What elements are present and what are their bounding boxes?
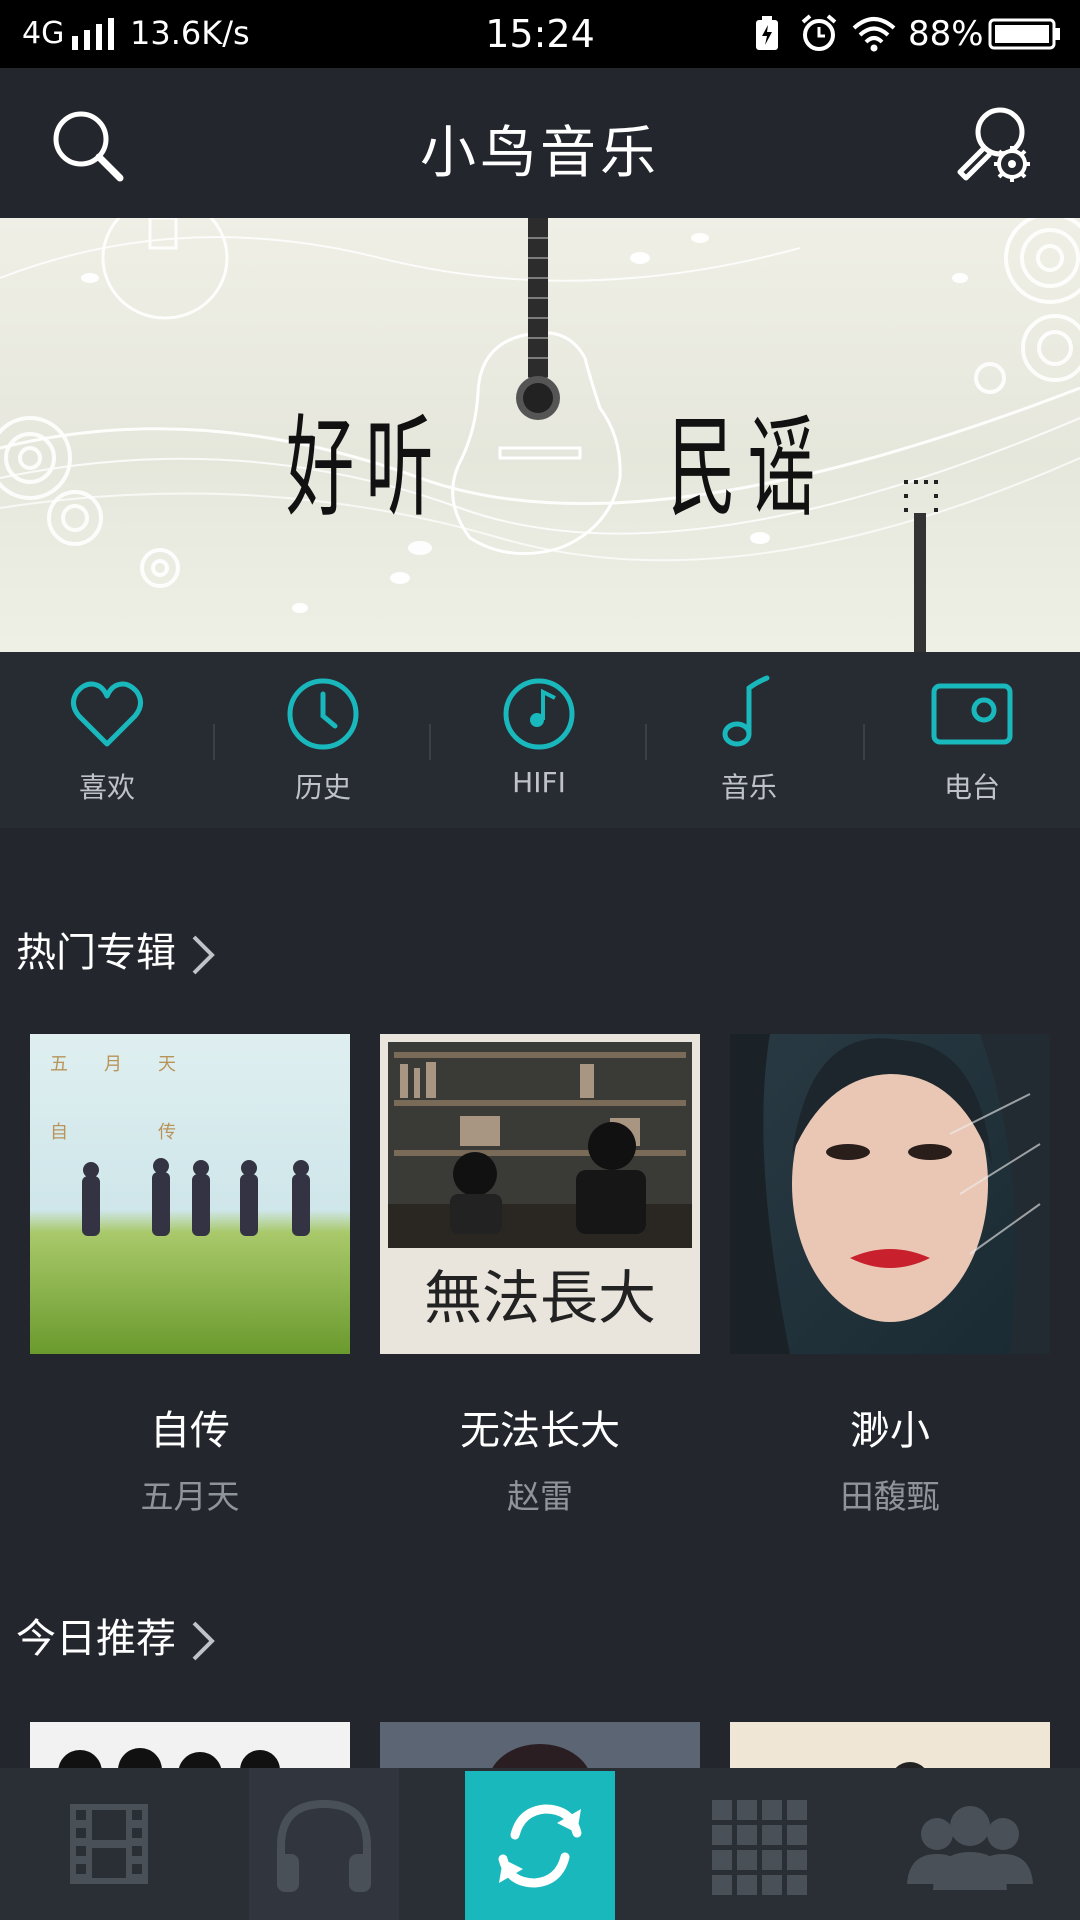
headphones-icon xyxy=(277,1799,371,1892)
hifi-disc-icon xyxy=(503,678,575,750)
quick-nav: 喜欢 历史 HIFI 音乐 电台 xyxy=(0,652,1080,828)
quick-nav-radio[interactable]: 电台 xyxy=(872,674,1072,806)
album-artist: 赵雷 xyxy=(507,1477,573,1516)
quick-nav-history[interactable]: 历史 xyxy=(223,674,423,806)
app-header: 小鸟音乐 xyxy=(0,68,1080,218)
quick-nav-hifi[interactable]: HIFI xyxy=(439,674,639,799)
quick-nav-label: 喜欢 xyxy=(78,771,135,804)
quick-nav-label: 电台 xyxy=(943,771,1000,804)
wifi-icon xyxy=(852,17,896,52)
album-name: 无法长大 xyxy=(460,1408,620,1454)
bottom-nav xyxy=(0,1768,1080,1920)
hot-albums-header[interactable]: 热门专辑 xyxy=(16,920,216,978)
film-icon xyxy=(70,1804,148,1884)
quick-nav-label: 音乐 xyxy=(720,771,777,804)
quick-nav-label: HIFI xyxy=(512,766,566,799)
quick-nav-label: 历史 xyxy=(294,771,351,804)
battery-icon xyxy=(988,18,1060,50)
album-card[interactable]: 無法長大 无法长大 赵雷 xyxy=(380,1034,700,1518)
charging-icon xyxy=(756,16,778,50)
chevron-right-icon xyxy=(192,935,215,975)
section-title: 热门专辑 xyxy=(16,930,176,976)
cover-text: 無法長大 xyxy=(424,1264,656,1332)
tab-discover[interactable] xyxy=(465,1771,615,1920)
album-cover: 無法長大 xyxy=(380,1034,700,1354)
grid-icon xyxy=(712,1800,807,1895)
heart-icon xyxy=(71,681,143,747)
cover-text: 自 传 xyxy=(50,1122,176,1143)
tab-library[interactable] xyxy=(680,1768,830,1920)
tab-listen[interactable] xyxy=(249,1768,399,1920)
album-cover: 五 月 天 自 传 xyxy=(30,1034,350,1354)
people-icon xyxy=(907,1806,1033,1890)
tab-social[interactable] xyxy=(895,1768,1045,1920)
quick-nav-music[interactable]: 音乐 xyxy=(649,674,849,806)
tab-video[interactable] xyxy=(34,1768,184,1920)
refresh-icon xyxy=(498,1804,582,1888)
section-title: 今日推荐 xyxy=(16,1616,176,1662)
divider xyxy=(213,724,215,760)
banner[interactable]: 好听 民谣 xyxy=(0,218,1080,652)
divider xyxy=(863,724,865,760)
battery-percent: 88% xyxy=(908,14,984,54)
chevron-right-icon xyxy=(192,1621,215,1661)
album-card[interactable]: 五 月 天 自 传 自传 五月天 xyxy=(30,1034,350,1518)
cover-text: 五 月 天 xyxy=(50,1054,176,1075)
quick-nav-favorites[interactable]: 喜欢 xyxy=(7,674,207,806)
album-name: 渺小 xyxy=(850,1408,930,1454)
radio-icon xyxy=(931,683,1013,745)
divider xyxy=(645,724,647,760)
album-name: 自传 xyxy=(150,1408,230,1454)
album-cover xyxy=(730,1034,1050,1354)
album-card[interactable]: 渺小 田馥甄 xyxy=(730,1034,1050,1518)
today-recommend-header[interactable]: 今日推荐 xyxy=(16,1606,216,1664)
status-bar: 4G 13.6K/s 15:24 88% xyxy=(0,0,1080,68)
banner-text-left: 好听 xyxy=(286,404,445,532)
music-note-icon xyxy=(722,675,770,747)
album-artist: 五月天 xyxy=(140,1477,240,1516)
clock-icon xyxy=(287,678,359,750)
app-title: 小鸟音乐 xyxy=(420,121,660,186)
banner-text-right: 民谣 xyxy=(668,404,827,532)
alarm-icon xyxy=(801,14,837,51)
search-settings-icon[interactable] xyxy=(952,104,1036,188)
album-artist: 田馥甄 xyxy=(840,1477,940,1516)
banner-artwork xyxy=(0,218,1080,652)
divider xyxy=(429,724,431,760)
